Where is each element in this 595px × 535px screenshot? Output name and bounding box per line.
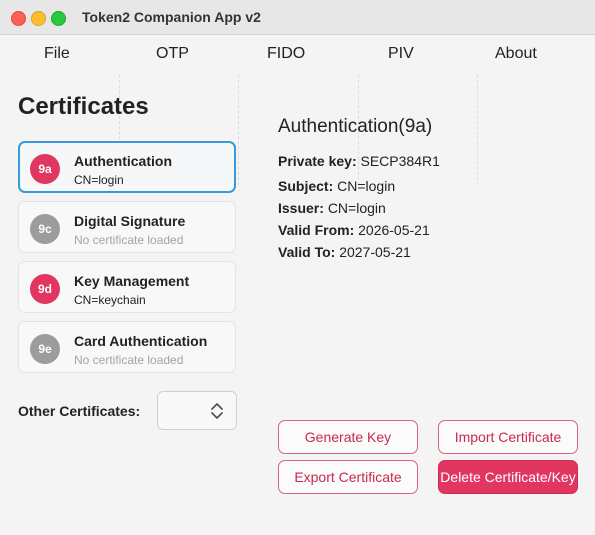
slot-id-badge: 9d <box>30 274 60 304</box>
issuer-row: Issuer: CN=login <box>278 200 386 216</box>
subject-label: Subject: <box>278 178 334 194</box>
slot-subtitle: No certificate loaded <box>74 353 184 367</box>
title-bar: Token2 Companion App v2 <box>0 0 595 35</box>
slot-key-management[interactable]: 9d Key Management CN=keychain <box>18 261 236 313</box>
slot-subtitle: No certificate loaded <box>74 233 184 247</box>
valid-from-value: 2026-05-21 <box>358 222 430 238</box>
menu-about[interactable]: About <box>495 45 537 63</box>
private-key-label: Private key: <box>278 153 357 169</box>
subject-row: Subject: CN=login <box>278 178 395 194</box>
menu-bar: File OTP FIDO PIV About <box>0 35 595 73</box>
slot-name: Card Authentication <box>74 333 208 349</box>
slot-card-authentication[interactable]: 9e Card Authentication No certificate lo… <box>18 321 236 373</box>
slot-subtitle: CN=keychain <box>74 293 146 307</box>
maximize-window-button[interactable] <box>51 11 66 26</box>
valid-from-label: Valid From: <box>278 222 355 238</box>
valid-to-value: 2027-05-21 <box>339 244 411 260</box>
export-certificate-button[interactable]: Export Certificate <box>278 460 418 494</box>
slot-digital-signature[interactable]: 9c Digital Signature No certificate load… <box>18 201 236 253</box>
valid-to-label: Valid To: <box>278 244 336 260</box>
other-certificates-label: Other Certificates: <box>18 403 141 419</box>
slot-name: Authentication <box>74 153 172 169</box>
minimize-window-button[interactable] <box>31 11 46 26</box>
valid-from-row: Valid From: 2026-05-21 <box>278 222 430 238</box>
close-window-button[interactable] <box>11 11 26 26</box>
slot-name: Digital Signature <box>74 213 186 229</box>
issuer-label: Issuer: <box>278 200 324 216</box>
certificate-detail-title: Authentication(9a) <box>278 116 433 137</box>
certificates-heading: Certificates <box>18 93 149 120</box>
private-key-row: Private key: SECP384R1 <box>278 153 440 169</box>
private-key-value: SECP384R1 <box>360 153 440 169</box>
slot-id-badge: 9a <box>30 154 60 184</box>
menu-file[interactable]: File <box>44 45 70 63</box>
slot-name: Key Management <box>74 273 190 289</box>
delete-certificate-button[interactable]: Delete Certificate/Key <box>438 460 578 494</box>
window-title: Token2 Companion App v2 <box>82 9 261 25</box>
generate-key-button[interactable]: Generate Key <box>278 420 418 454</box>
import-certificate-button[interactable]: Import Certificate <box>438 420 578 454</box>
slot-id-badge: 9e <box>30 334 60 364</box>
menu-fido[interactable]: FIDO <box>267 45 305 63</box>
slot-subtitle: CN=login <box>74 173 124 187</box>
valid-to-row: Valid To: 2027-05-21 <box>278 244 411 260</box>
divider <box>238 75 239 185</box>
menu-otp[interactable]: OTP <box>156 45 189 63</box>
slot-authentication[interactable]: 9a Authentication CN=login <box>18 141 236 193</box>
other-certificates-select[interactable] <box>157 391 237 430</box>
chevron-up-down-icon <box>211 403 223 419</box>
slot-id-badge: 9c <box>30 214 60 244</box>
subject-value: CN=login <box>337 178 396 194</box>
issuer-value: CN=login <box>327 200 386 216</box>
divider <box>477 75 478 185</box>
menu-piv[interactable]: PIV <box>388 45 414 63</box>
